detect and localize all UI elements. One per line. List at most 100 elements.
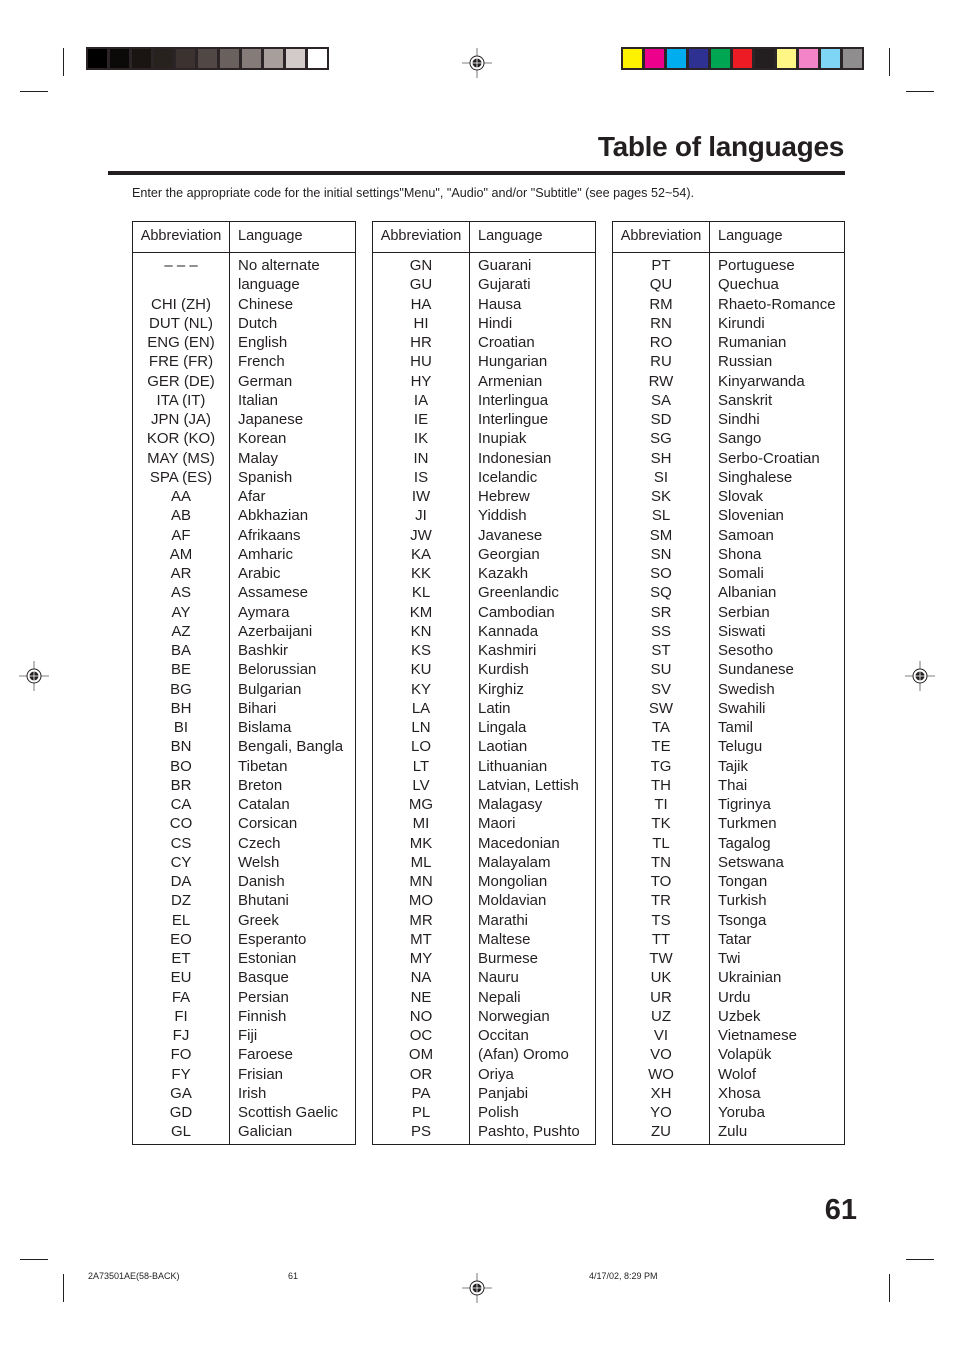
intro-text: Enter the appropriate code for the initi… bbox=[132, 186, 695, 200]
language-cell: Guarani bbox=[478, 257, 532, 274]
language-cell: Portuguese bbox=[718, 257, 795, 274]
language-cell: Nepali bbox=[478, 988, 521, 1006]
language-cell: Interlingua bbox=[478, 391, 549, 409]
language-cell: Volapük bbox=[718, 1046, 772, 1064]
language-cell: Corsican bbox=[238, 815, 298, 833]
language-column: No alternate language Chinese Dutch English F… bbox=[230, 253, 343, 1145]
abbreviation-cell: AF bbox=[171, 526, 191, 544]
abbreviation-cell: OR bbox=[409, 1065, 433, 1083]
abbreviation-cell: SQ bbox=[650, 584, 672, 602]
language-cell: Irish bbox=[238, 1084, 267, 1102]
language-cell: Greenlandic bbox=[478, 584, 559, 602]
abbreviation-cell: SM bbox=[649, 526, 673, 544]
language-cell: Bhutani bbox=[238, 892, 289, 910]
abbreviation-cell: NE bbox=[410, 988, 432, 1006]
process-color-bar bbox=[621, 47, 864, 70]
abbreviation-cell: KU bbox=[410, 661, 432, 679]
color-swatch bbox=[733, 49, 752, 68]
abbreviation-cell: IA bbox=[413, 391, 429, 409]
language-cell: Scottish Gaelic bbox=[238, 1104, 339, 1121]
abbreviation-cell: BG bbox=[170, 680, 192, 698]
language-cell: Assamese bbox=[238, 584, 309, 602]
language-cell: Burmese bbox=[478, 950, 539, 967]
abbreviation-cell: ITA (IT) bbox=[156, 391, 206, 409]
abbreviation-cell: TH bbox=[651, 776, 671, 794]
language-cell: Polish bbox=[478, 1104, 519, 1121]
language-cell: Somali bbox=[718, 565, 764, 582]
table-header: Abbreviation Language bbox=[613, 222, 844, 253]
language-cell: Tamil bbox=[718, 719, 754, 736]
language-table-3: Abbreviation Language PT QU RM RN RO RU RW SA SD SG… bbox=[612, 221, 845, 1145]
abbreviation-cell: SS bbox=[650, 622, 671, 640]
language-cell: language bbox=[238, 276, 300, 294]
abbreviation-cell: TT bbox=[651, 930, 671, 948]
language-cell: Bashkir bbox=[238, 642, 289, 659]
language-cell: Afrikaans bbox=[238, 526, 301, 544]
language-header: Language bbox=[238, 228, 303, 244]
abbreviation-cell: IE bbox=[413, 411, 429, 428]
language-cell: Kazakh bbox=[478, 565, 529, 582]
table-header: Abbreviation Language bbox=[133, 222, 355, 253]
abbreviation-cell: OC bbox=[409, 1027, 433, 1044]
abbreviation-cell: FO bbox=[170, 1046, 192, 1064]
language-cell: Hebrew bbox=[478, 488, 530, 505]
language-cell: Persian bbox=[238, 988, 289, 1006]
language-cell: Mongolian bbox=[478, 873, 548, 890]
abbreviation-cell: KK bbox=[410, 565, 431, 582]
language-column: Guarani Gujarati Hausa Hindi Croatian Hungari… bbox=[470, 253, 580, 1145]
abbreviation-cell: KA bbox=[410, 545, 431, 563]
title-divider bbox=[108, 171, 845, 175]
language-cell: Georgian bbox=[478, 545, 540, 563]
language-cell: Occitan bbox=[478, 1027, 529, 1044]
language-cell: Greek bbox=[238, 911, 279, 929]
color-swatch bbox=[308, 49, 327, 68]
abbreviation-cell: LV bbox=[412, 776, 430, 794]
language-cell: Quechua bbox=[718, 276, 779, 294]
abbreviation-cell: GER (DE) bbox=[147, 372, 215, 390]
language-cell: Sesotho bbox=[718, 642, 774, 659]
language-cell: Faroese bbox=[238, 1046, 294, 1064]
language-cell: Russian bbox=[718, 353, 773, 371]
abbreviation-cell: HU bbox=[410, 353, 432, 371]
abbreviation-cell: ML bbox=[410, 853, 432, 871]
language-cell: Malagasy bbox=[478, 796, 543, 813]
crop-mark-top-left-h bbox=[20, 91, 48, 92]
abbreviation-cell: SO bbox=[650, 565, 672, 582]
abbreviation-cell: SN bbox=[650, 545, 672, 563]
abbreviation-cell: DZ bbox=[171, 892, 191, 910]
language-cell: Hindi bbox=[478, 314, 513, 332]
language-cell: Catalan bbox=[238, 796, 290, 813]
language-cell: Chinese bbox=[238, 295, 294, 313]
abbreviation-cell: OM bbox=[408, 1046, 434, 1064]
crop-mark-bottom-right bbox=[889, 1274, 890, 1302]
abbreviation-cell: GA bbox=[170, 1084, 192, 1102]
abbreviation-cell: RM bbox=[649, 295, 673, 313]
language-cell: Maltese bbox=[478, 930, 531, 948]
abbreviation-cell: FRE (FR) bbox=[148, 353, 214, 371]
language-cell: Siswati bbox=[718, 622, 766, 640]
abbreviation-cell: DA bbox=[170, 873, 192, 890]
page-number: 61 bbox=[824, 1194, 857, 1226]
page-title: Table of languages bbox=[597, 131, 844, 162]
language-cell: Malay bbox=[238, 449, 279, 467]
color-swatch bbox=[286, 49, 305, 68]
language-cell: Vietnamese bbox=[718, 1027, 797, 1044]
language-header: Language bbox=[478, 228, 543, 244]
abbreviation-cell: TG bbox=[650, 757, 672, 775]
crop-mark-top-right bbox=[889, 48, 890, 76]
language-cell: Rumanian bbox=[718, 334, 787, 351]
color-swatch bbox=[176, 49, 195, 68]
language-cell: Tajik bbox=[718, 757, 749, 775]
color-swatch bbox=[645, 49, 664, 68]
language-cell: Latin bbox=[478, 699, 511, 717]
abbreviation-header: Abbreviation bbox=[133, 222, 230, 252]
language-cell: Lingala bbox=[478, 719, 527, 736]
language-cell: Hausa bbox=[478, 295, 522, 313]
abbreviation-cell: IK bbox=[413, 430, 429, 448]
language-cell: Danish bbox=[238, 873, 285, 890]
language-cell: Kurdish bbox=[478, 661, 529, 679]
language-table-1: Abbreviation Language – – – CHI (ZH) DUT (NL… bbox=[132, 221, 356, 1145]
language-cell: Setswana bbox=[718, 853, 784, 871]
abbreviation-cell: EO bbox=[170, 930, 192, 948]
abbreviation-cell: VI bbox=[653, 1027, 669, 1044]
